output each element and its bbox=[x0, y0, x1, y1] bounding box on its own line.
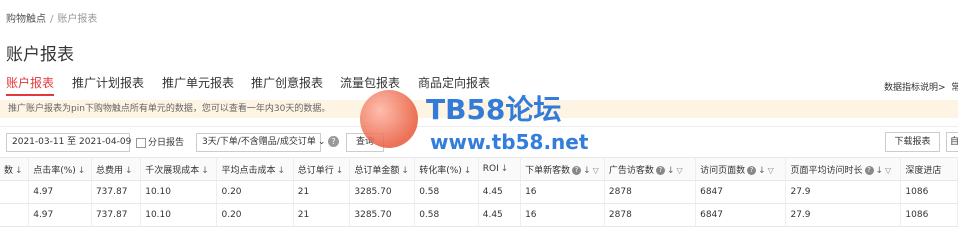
table-row: 4.97 737.87 10.10 0.20 21 3285.70 0.58 4… bbox=[0, 203, 958, 227]
table-cell: 21 bbox=[293, 203, 351, 227]
table-cell: 737.87 bbox=[91, 203, 142, 227]
sort-arrow-icon[interactable]: ↓ bbox=[401, 166, 409, 176]
table-cell: 4.45 bbox=[478, 203, 522, 227]
column-header[interactable]: 下单新客数? ↓ ▽ bbox=[520, 157, 605, 181]
active-tab-indicator bbox=[6, 94, 54, 96]
table-cell: 0.20 bbox=[216, 203, 294, 227]
help-icon[interactable]: ? bbox=[747, 165, 757, 175]
notice-banner: 推广账户报表为pin下购物触点所有单元的数据，您可以查看一年内30天的数据。 bbox=[0, 100, 958, 118]
table-cell: 1086 bbox=[900, 203, 958, 227]
table-cell: 27.9 bbox=[785, 180, 902, 204]
table-cell: 0.58 bbox=[414, 203, 479, 227]
chevron-down-icon: ⌄ bbox=[317, 137, 326, 147]
sort-arrow-icon[interactable]: ↓ bbox=[583, 166, 591, 176]
attribution-select[interactable]: 3天/下单/不含赠品/成交订单 ⌄ bbox=[196, 133, 325, 152]
table-cell: 4.97 bbox=[28, 180, 92, 204]
column-header[interactable]: 平均点击成本 ↓ bbox=[216, 157, 294, 181]
sort-arrow-icon[interactable]: ↓ bbox=[201, 166, 209, 176]
tab-product-targeting-report[interactable]: 商品定向报表 bbox=[418, 74, 490, 91]
query-button[interactable]: 查询 bbox=[346, 133, 384, 152]
table-cell: 6847 bbox=[695, 180, 787, 204]
table-cell: 2878 bbox=[604, 203, 697, 227]
table-cell: 16 bbox=[520, 203, 605, 227]
column-header[interactable]: 总订单金额 ↓ bbox=[349, 157, 416, 181]
column-header[interactable]: 页面平均访问时长? ↓ ▽ bbox=[785, 157, 902, 181]
table-cell: 21 bbox=[293, 180, 351, 204]
daily-report-toggle[interactable]: 分日报告 bbox=[136, 135, 184, 148]
column-header[interactable]: 广告访客数? ↓ ▽ bbox=[604, 157, 697, 181]
download-report-button[interactable]: 下载报表 bbox=[885, 132, 940, 152]
daily-report-checkbox[interactable] bbox=[136, 137, 146, 148]
table-row: 4.97 737.87 10.10 0.20 21 3285.70 0.58 4… bbox=[0, 180, 958, 204]
help-icon[interactable]: ? bbox=[328, 136, 339, 147]
table-cell: 0.20 bbox=[216, 180, 294, 204]
table-cell bbox=[0, 203, 30, 227]
custom-columns-button[interactable]: 自 bbox=[946, 132, 958, 152]
table-cell: 10.10 bbox=[140, 203, 218, 227]
table-cell: 4.97 bbox=[28, 203, 92, 227]
table-cell: 27.9 bbox=[785, 203, 902, 227]
column-header[interactable]: 转化率(%) ↓ bbox=[414, 157, 479, 181]
tab-traffic-package-report[interactable]: 流量包报表 bbox=[340, 74, 400, 91]
date-range-picker[interactable]: 2021-03-11 至 2021-04-09 bbox=[6, 133, 131, 152]
table-cell: 10.10 bbox=[140, 180, 218, 204]
sort-arrow-icon[interactable]: ↓ bbox=[125, 166, 133, 176]
sort-arrow-icon[interactable]: ↓ bbox=[758, 166, 766, 176]
sort-arrow-icon[interactable]: ↓ bbox=[667, 166, 675, 176]
table-cell: 1086 bbox=[900, 180, 958, 204]
table-header-row: 数 ↓ 点击率(%) ↓ 总费用 ↓ 千次展现成本 ↓ 平均点击成本 ↓ 总订单行 ↓ 总订… bbox=[0, 157, 958, 181]
breadcrumb-root[interactable]: 购物触点 bbox=[6, 14, 46, 25]
filter-icon[interactable]: ▽ bbox=[676, 166, 682, 175]
page-title: 账户报表 bbox=[6, 45, 74, 65]
column-header[interactable]: 深度进店 bbox=[900, 157, 958, 181]
table-cell: 3285.70 bbox=[349, 180, 416, 204]
attribution-select-value: 3天/下单/不含赠品/成交订单 bbox=[202, 137, 316, 147]
column-header[interactable]: 千次展现成本 ↓ bbox=[140, 157, 218, 181]
table-cell: 16 bbox=[520, 180, 605, 204]
table-cell: 6847 bbox=[695, 203, 787, 227]
sort-arrow-icon[interactable]: ↓ bbox=[464, 166, 472, 176]
table-cell bbox=[0, 180, 30, 204]
tab-account-report[interactable]: 账户报表 bbox=[6, 74, 54, 91]
sort-arrow-icon[interactable]: ↓ bbox=[278, 166, 286, 176]
table-cell: 737.87 bbox=[91, 180, 142, 204]
help-icon[interactable]: ? bbox=[864, 165, 874, 175]
table-cell: 4.45 bbox=[478, 180, 522, 204]
breadcrumb: 购物触点 / 账户报表 bbox=[6, 10, 97, 25]
column-header[interactable]: 数 ↓ bbox=[0, 157, 30, 181]
column-header[interactable]: 总费用 ↓ bbox=[91, 157, 142, 181]
table-cell: 2878 bbox=[604, 180, 697, 204]
metrics-help-link[interactable]: 数据指标说明> 常 bbox=[884, 80, 958, 93]
report-table: 数 ↓ 点击率(%) ↓ 总费用 ↓ 千次展现成本 ↓ 平均点击成本 ↓ 总订单行 ↓ 总订… bbox=[0, 157, 958, 227]
filter-icon[interactable]: ▽ bbox=[768, 166, 774, 175]
breadcrumb-current: 账户报表 bbox=[57, 14, 98, 25]
tab-campaign-report[interactable]: 推广计划报表 bbox=[72, 74, 144, 91]
help-icon[interactable]: ? bbox=[572, 165, 582, 175]
sort-arrow-icon[interactable]: ↓ bbox=[15, 166, 23, 176]
breadcrumb-separator: / bbox=[50, 14, 54, 25]
column-header[interactable]: 点击率(%) ↓ bbox=[28, 157, 92, 181]
table-cell: 0.58 bbox=[414, 180, 479, 204]
column-header[interactable]: 访问页面数? ↓ ▽ bbox=[695, 157, 787, 181]
tab-unit-report[interactable]: 推广单元报表 bbox=[162, 74, 234, 91]
sort-arrow-icon[interactable]: ↓ bbox=[78, 166, 86, 176]
sort-arrow-icon[interactable]: ↓ bbox=[336, 166, 344, 176]
column-header[interactable]: ROI ↓ bbox=[478, 157, 522, 181]
filter-icon[interactable]: ▽ bbox=[593, 166, 599, 175]
help-icon[interactable]: ? bbox=[655, 165, 665, 175]
report-toolbar: 2021-03-11 至 2021-04-09 分日报告 3天/下单/不含赠品/… bbox=[0, 126, 958, 157]
sort-arrow-icon[interactable]: ↓ bbox=[501, 164, 509, 174]
column-header[interactable]: 总订单行 ↓ bbox=[293, 157, 351, 181]
filter-icon[interactable]: ▽ bbox=[885, 166, 891, 175]
daily-report-label: 分日报告 bbox=[148, 138, 185, 148]
sort-arrow-icon[interactable]: ↓ bbox=[876, 166, 884, 176]
frequent-cut-label: 常 bbox=[951, 83, 958, 93]
metrics-help-label: 数据指标说明> bbox=[884, 83, 946, 93]
tab-creative-report[interactable]: 推广创意报表 bbox=[251, 74, 323, 91]
table-cell: 3285.70 bbox=[349, 203, 416, 227]
